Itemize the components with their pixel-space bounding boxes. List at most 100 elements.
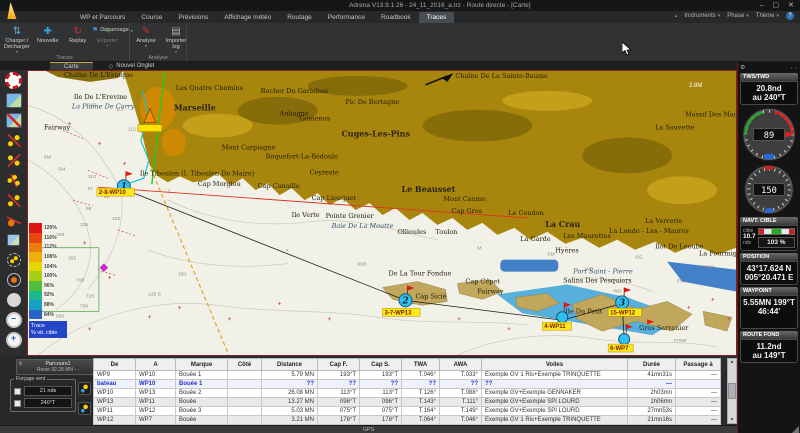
scroll-up-icon[interactable]: ▲	[730, 359, 735, 365]
minimize-button[interactable]: –	[760, 1, 764, 10]
importer-log-button[interactable]: ▤Importer log▾	[162, 26, 190, 54]
resize-grip[interactable]	[792, 426, 799, 433]
waypoint-value: 5.55MN 199°T 46:44'	[740, 295, 798, 329]
wind-pick-button[interactable]	[78, 382, 91, 395]
menu-tab-wp-et-parcours[interactable]: WP et Parcours	[72, 12, 133, 23]
column-header[interactable]: Côté	[228, 359, 262, 371]
route-multi-icon[interactable]	[4, 172, 24, 188]
wind-speed-checkbox[interactable]	[14, 388, 21, 395]
chart-route-icon[interactable]	[4, 112, 24, 128]
target-speed-percent: 103 %	[758, 237, 795, 248]
menu-phase[interactable]: Phase▾	[727, 13, 749, 19]
menu-tab-affichage-m-t-o[interactable]: Affichage météo	[216, 12, 279, 23]
chart-symbol: SM	[58, 167, 65, 173]
menu-tab-pr-visions[interactable]: Prévisions	[170, 12, 216, 23]
depannage-button[interactable]: ⚑ Dépannage ▾	[92, 26, 133, 34]
map-place-label: Hyères	[555, 247, 578, 255]
menu-instruments[interactable]: Instruments▾	[684, 13, 720, 19]
map-place-label: Gemenos	[300, 115, 330, 123]
chart-small-icon[interactable]	[4, 232, 24, 248]
map-place-label: Ceyreste	[310, 169, 339, 177]
tab-carte[interactable]: Carte	[50, 62, 93, 70]
chart-symbol: SM	[547, 252, 554, 258]
tab-nouvel-onglet[interactable]: ◇ Nouvel Onglet	[95, 62, 169, 70]
gear-icon[interactable]: ⚙	[740, 64, 745, 71]
menu-tab-traces[interactable]: Traces	[419, 12, 455, 23]
lifebuoy-icon[interactable]	[4, 72, 24, 88]
table-scrollbar[interactable]: ▲ ▼	[727, 358, 737, 424]
svg-text:2: 2	[401, 297, 408, 307]
maximize-button[interactable]: ▢	[773, 1, 780, 10]
menu-tab-routage[interactable]: Routage	[279, 12, 320, 23]
map-place-label: La Londe - Les - Maures	[609, 227, 689, 235]
column-header[interactable]: Distance	[262, 359, 318, 371]
chart-canvas[interactable]: ++++++++++++++++879398103105108110111107…	[28, 71, 736, 355]
table-row[interactable]: WP12WP7Bouée3.21 MN178°T178°TT.064°T.046…	[94, 416, 721, 425]
menu-tab-performance[interactable]: Performance	[320, 12, 373, 23]
map-place-label: Marseille	[174, 104, 216, 113]
column-header[interactable]: A	[136, 359, 176, 371]
zoom-in-icon[interactable]: +	[4, 332, 24, 348]
wind-direction-checkbox[interactable]	[14, 400, 21, 407]
chart-plus-mark: +	[123, 162, 127, 168]
column-header[interactable]: Voiles	[482, 359, 628, 371]
map-place-label: Cap Gros	[451, 207, 482, 215]
chart-icon[interactable]	[4, 92, 24, 108]
legend-row: 104%	[29, 262, 65, 272]
route-arrow-icon[interactable]	[4, 132, 24, 148]
menu-tab-roadbook[interactable]: Roadbook	[373, 12, 419, 23]
table-row[interactable]: bateauWP10Bouée 1????????????—	[94, 380, 721, 389]
close-parcours-button[interactable]: x	[19, 361, 22, 373]
svg-text:150: 150	[761, 186, 777, 196]
column-header[interactable]: Marque	[176, 359, 228, 371]
collapse-ribbon-icon[interactable]: ▴	[675, 13, 678, 19]
replay-button[interactable]: ↻Replay	[64, 26, 92, 44]
chart-plus-mark: +	[328, 318, 332, 324]
zoom-window-icon[interactable]	[4, 292, 24, 308]
map-place-label: De La Tour Fondue	[388, 270, 451, 278]
nouvelle-button[interactable]: ✚Nouvelle	[34, 26, 62, 44]
column-header[interactable]: Cap F.	[318, 359, 360, 371]
chart-map[interactable]: ++++++++++++++++879398103105108110111107…	[27, 70, 737, 356]
chart-plus-mark: +	[687, 306, 691, 312]
target-speed-bar	[758, 228, 795, 235]
column-header[interactable]: Passage à	[676, 359, 721, 371]
table-row[interactable]: WP10WP13Bouée 226.08 MN113°T113°TT.126°T…	[94, 389, 721, 398]
panel-options-icon[interactable]: ▪ ▪	[791, 65, 798, 70]
chart-plus-mark: +	[83, 241, 87, 247]
zoom-out-icon[interactable]: –	[4, 312, 24, 328]
column-header[interactable]: TWA	[402, 359, 440, 371]
charger-décharger-button[interactable]: ⇅Charger / Décharger▾	[2, 26, 32, 54]
analyse-button[interactable]: ✎Analyse▾	[132, 26, 160, 48]
route-points-icon[interactable]	[4, 152, 24, 168]
circle-points-icon[interactable]	[4, 252, 24, 268]
menu-tab-course[interactable]: Course	[133, 12, 170, 23]
route-edit-icon[interactable]	[4, 192, 24, 208]
column-header[interactable]: Durée	[628, 359, 676, 371]
column-header[interactable]: De	[94, 359, 136, 371]
map-place-label: 2.8M	[689, 83, 702, 89]
table-row[interactable]: WP9WP10Bouée 15.79 MN193°T193°TT.046°T.0…	[94, 371, 721, 380]
close-button[interactable]: ✕	[788, 1, 794, 10]
wind-direction-input[interactable]: 240°T	[24, 398, 72, 408]
boat-flag-icon[interactable]	[4, 212, 24, 228]
parcours-panel: x Parcours1 Reste 92.28 MN - - Forçage v…	[0, 356, 93, 425]
table-row[interactable]: WP13WP11Bouée13.27 MN096°T096°TT.143°T.1…	[94, 398, 721, 407]
map-place-label: Cuges-Les-Pins	[342, 130, 411, 139]
chart-symbol: ×	[286, 248, 289, 254]
map-place-label: La Verrerie	[645, 217, 682, 225]
map-place-label: Cap Cépet	[465, 278, 500, 286]
scroll-down-icon[interactable]: ▼	[730, 417, 735, 423]
menu-thème[interactable]: Thème▾	[756, 13, 779, 19]
column-header[interactable]: Cap S.	[360, 359, 402, 371]
boat-center-icon[interactable]	[4, 272, 24, 288]
map-place-label: Le Coudon	[508, 209, 544, 217]
help-icon[interactable]: ?	[786, 12, 794, 20]
table-row[interactable]: WP11WP12Bouée 35.03 MN075°T075°TT.164°T.…	[94, 407, 721, 416]
boat-tag	[138, 125, 162, 132]
chart-plus-mark: +	[178, 306, 182, 312]
window-controls: – ▢ ✕	[760, 1, 794, 10]
column-header[interactable]: AWA	[440, 359, 482, 371]
wind-pick-button-2[interactable]	[78, 402, 91, 415]
wind-speed-input[interactable]: 21 nds	[24, 386, 72, 396]
